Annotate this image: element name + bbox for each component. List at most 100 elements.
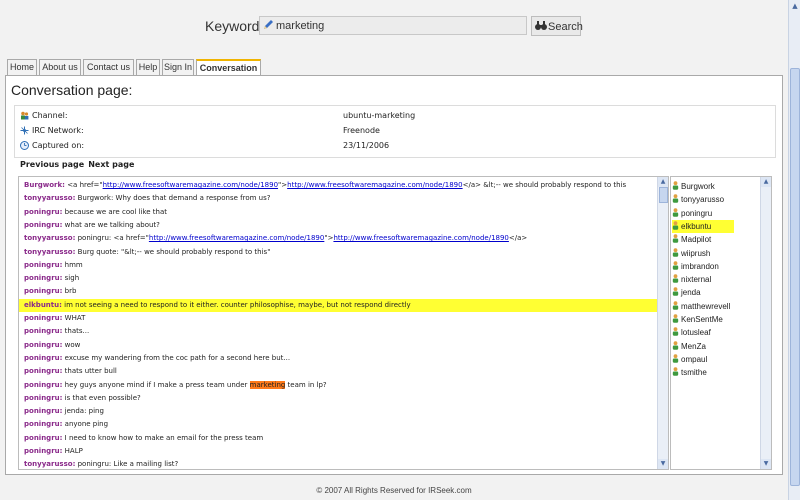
log-line: poningru: thats... — [24, 325, 89, 338]
user-name: matthewrevell — [681, 301, 731, 311]
log-link[interactable]: http://www.freesoftwaremagazine.com/node… — [333, 234, 508, 242]
log-text: sigh — [62, 274, 80, 283]
user-icon — [672, 274, 679, 283]
captured-label: Captured on: — [32, 141, 85, 150]
people-icon — [21, 111, 29, 120]
tab-contact-us[interactable]: Contact us — [83, 59, 134, 75]
log-nick[interactable]: poningru: — [24, 314, 62, 322]
log-link[interactable]: http://www.freesoftwaremagazine.com/node… — [149, 234, 324, 242]
user-icon — [672, 261, 679, 270]
user-item[interactable]: Madpilot — [672, 233, 734, 246]
log-nick[interactable]: poningru: — [24, 367, 62, 375]
user-item[interactable]: nixternal — [672, 273, 734, 286]
user-item[interactable]: ompaul — [672, 353, 734, 366]
user-item[interactable]: Burgwork — [672, 180, 734, 193]
log-text: hey guys anyone mind if I make a press t… — [62, 380, 250, 389]
log-scroll-thumb[interactable] — [659, 187, 668, 203]
log-text: Burg quote: "&lt;-- we should probably r… — [75, 247, 271, 256]
window-scrollbar[interactable]: ▲ — [788, 0, 800, 500]
tab-sign-in[interactable]: Sign In — [162, 59, 194, 75]
log-nick[interactable]: poningru: — [24, 274, 62, 282]
log-nick[interactable]: poningru: — [24, 341, 62, 349]
log-nick[interactable]: poningru: — [24, 221, 62, 229]
log-nick[interactable]: poningru: — [24, 287, 62, 295]
next-page-link[interactable]: Next page — [88, 160, 134, 169]
tab-about-us[interactable]: About us — [39, 59, 81, 75]
user-item[interactable]: matthewrevell — [672, 300, 734, 313]
log-text: poningru: Like a mailing list? — [75, 460, 179, 469]
users-scroll-up-icon[interactable]: ▲ — [761, 177, 771, 187]
tab-conversation[interactable]: Conversation — [196, 59, 261, 76]
conversation-log[interactable]: Burgwork: <a href="http://www.freesoftwa… — [18, 176, 669, 470]
user-item[interactable]: wiiprush — [672, 247, 734, 260]
user-item[interactable]: MenZa — [672, 340, 734, 353]
user-name: tonyyarusso — [681, 195, 725, 205]
tab-help[interactable]: Help — [136, 59, 160, 75]
keyword-input[interactable] — [259, 16, 527, 35]
log-link[interactable]: http://www.freesoftwaremagazine.com/node… — [103, 181, 278, 189]
user-item[interactable]: lotusleaf — [672, 326, 734, 339]
user-icon — [672, 234, 679, 243]
network-row: IRC Network: Freenode — [15, 123, 775, 138]
log-nick[interactable]: poningru: — [24, 394, 62, 402]
user-item[interactable]: tonyyarusso — [672, 193, 734, 206]
log-nick[interactable]: poningru: — [24, 420, 62, 428]
network-icon — [20, 126, 29, 135]
log-text: excuse my wandering from the coc path fo… — [62, 353, 291, 362]
log-scroll-down-icon[interactable]: ▼ — [658, 459, 668, 469]
keyword-highlight: marketing — [249, 380, 286, 389]
window-scroll-thumb[interactable] — [790, 68, 800, 486]
log-nick[interactable]: poningru: — [24, 447, 62, 455]
log-line: poningru: anyone ping — [24, 418, 108, 431]
users-scrollbar[interactable]: ▲ ▼ — [760, 177, 771, 469]
log-nick[interactable]: tonyyarusso: — [24, 194, 75, 202]
user-icon — [672, 314, 679, 323]
log-line: poningru: brb — [24, 285, 76, 298]
user-item[interactable]: jenda — [672, 286, 734, 299]
previous-page-link[interactable]: Previous page — [20, 160, 84, 169]
log-nick[interactable]: poningru: — [24, 434, 62, 442]
channel-value: ubuntu-marketing — [343, 111, 416, 120]
log-line: poningru: thats utter bull — [24, 365, 117, 378]
clock-icon — [20, 141, 29, 150]
user-item[interactable]: KenSentMe — [672, 313, 734, 326]
log-link[interactable]: http://www.freesoftwaremagazine.com/node… — [287, 181, 462, 189]
binoculars-icon — [535, 21, 547, 30]
log-nick[interactable]: tonyyarusso: — [24, 248, 75, 256]
tab-home[interactable]: Home — [7, 59, 37, 75]
log-scrollbar[interactable]: ▲ ▼ — [657, 177, 668, 469]
channel-label: Channel: — [32, 111, 68, 120]
user-icon — [672, 247, 679, 257]
log-nick[interactable]: poningru: — [24, 407, 62, 415]
user-item[interactable]: imbrandon — [672, 260, 734, 273]
user-icon — [672, 194, 679, 203]
log-line: poningru: HALP — [24, 445, 83, 458]
log-text: I need to know how to make an email for … — [62, 433, 264, 442]
user-name: Madpilot — [681, 235, 712, 245]
user-name: nixternal — [681, 275, 712, 285]
user-name: lotusleaf — [681, 328, 711, 338]
log-scroll-up-icon[interactable]: ▲ — [658, 177, 668, 187]
log-nick[interactable]: poningru: — [24, 381, 62, 389]
user-item[interactable]: poningru — [672, 207, 734, 220]
user-item[interactable]: elkbuntu — [672, 219, 734, 233]
log-text: thats... — [62, 327, 90, 336]
log-nick[interactable]: poningru: — [24, 261, 62, 269]
log-nick[interactable]: tonyyarusso: — [24, 460, 75, 468]
log-text: im not seeing a need to respond to it ei… — [61, 300, 411, 309]
log-text: what are we talking about? — [62, 220, 160, 229]
user-item[interactable]: tsmithe — [672, 366, 734, 379]
log-nick[interactable]: tonyyarusso: — [24, 234, 75, 242]
log-line: tonyyarusso: Burg quote: "&lt;-- we shou… — [24, 246, 270, 259]
log-nick[interactable]: poningru: — [24, 208, 62, 216]
users-scroll-down-icon[interactable]: ▼ — [761, 459, 771, 469]
pencil-icon — [264, 20, 273, 29]
scroll-up-icon[interactable]: ▲ — [790, 0, 800, 12]
log-nick[interactable]: poningru: — [24, 327, 62, 335]
log-nick[interactable]: Burgwork: — [24, 181, 65, 189]
user-list[interactable]: Burgwork tonyyarusso poningru elkbuntu Madpi… — [670, 176, 772, 470]
user-icon — [672, 300, 679, 310]
log-nick[interactable]: poningru: — [24, 354, 62, 362]
page-title: Conversation page: — [11, 82, 133, 98]
log-nick[interactable]: elkbuntu: — [24, 301, 62, 309]
